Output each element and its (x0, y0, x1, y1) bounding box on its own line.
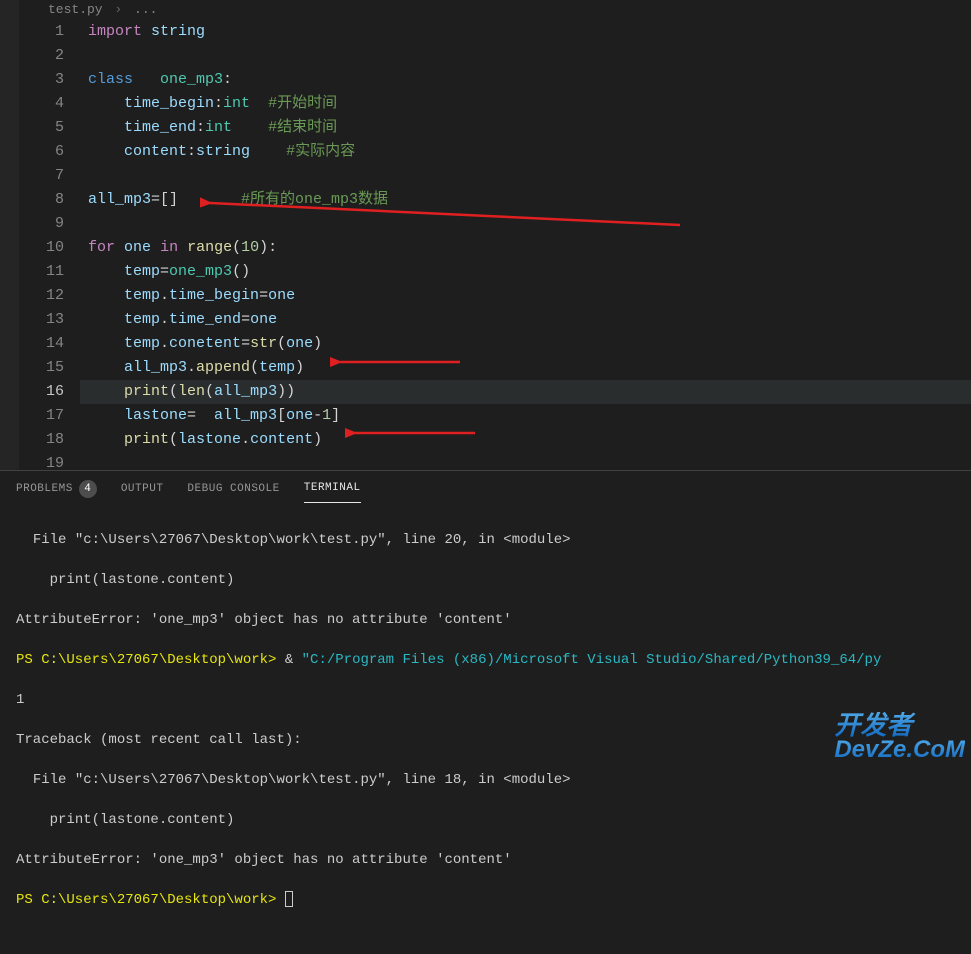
line-number: 5 (20, 116, 64, 140)
code-line[interactable]: all_mp3.append(temp) (80, 356, 971, 380)
breadcrumb-file[interactable]: test.py (48, 2, 103, 17)
line-number: 15 (20, 356, 64, 380)
terminal-line: 1 (16, 690, 955, 710)
code-line[interactable]: temp.conetent=str(one) (80, 332, 971, 356)
terminal-line: Traceback (most recent call last): (16, 730, 955, 750)
line-number: 10 (20, 236, 64, 260)
watermark: 开发者 DevZe.CoM (834, 712, 965, 762)
tab-terminal[interactable]: TERMINAL (304, 474, 361, 503)
code-line[interactable]: temp=one_mp3() (80, 260, 971, 284)
code-line[interactable]: lastone= all_mp3[one-1] (80, 404, 971, 428)
code-line[interactable]: temp.time_begin=one (80, 284, 971, 308)
tab-problems[interactable]: PROBLEMS 4 (16, 472, 97, 506)
line-number: 3 (20, 68, 64, 92)
breadcrumb-symbol[interactable]: ... (134, 2, 157, 17)
line-number: 1 (20, 20, 64, 44)
terminal-line: AttributeError: 'one_mp3' object has no … (16, 610, 955, 630)
terminal-line: File "c:\Users\27067\Desktop\work\test.p… (16, 770, 955, 790)
tab-output[interactable]: OUTPUT (121, 475, 164, 503)
problems-badge: 4 (79, 480, 97, 498)
line-number: 7 (20, 164, 64, 188)
line-number: 17 (20, 404, 64, 428)
code-line[interactable]: for one in range(10): (80, 236, 971, 260)
line-number: 14 (20, 332, 64, 356)
line-number: 8 (20, 188, 64, 212)
line-number: 4 (20, 92, 64, 116)
line-number: 2 (20, 44, 64, 68)
line-number: 12 (20, 284, 64, 308)
activity-bar (0, 0, 20, 470)
line-number: 16 (20, 380, 64, 404)
terminal-line: AttributeError: 'one_mp3' object has no … (16, 850, 955, 870)
code-line[interactable]: time_end:int #结束时间 (80, 116, 971, 140)
terminal-line: PS C:\Users\27067\Desktop\work> & "C:/Pr… (16, 650, 955, 670)
code-line[interactable]: class one_mp3: (80, 68, 971, 92)
terminal-line: File "c:\Users\27067\Desktop\work\test.p… (16, 530, 955, 550)
line-gutter: 1 2 3 4 5 6 7 8 9 10 11 12 13 14 15 16 1… (20, 0, 80, 470)
code-line[interactable]: print(len(all_mp3)) (80, 380, 971, 404)
tab-debug-console[interactable]: DEBUG CONSOLE (187, 475, 279, 503)
panel-tabs: PROBLEMS 4 OUTPUT DEBUG CONSOLE TERMINAL (0, 471, 971, 506)
code-line[interactable]: print(lastone.content) (80, 428, 971, 452)
terminal-cursor (285, 891, 293, 907)
chevron-icon: › (114, 2, 122, 17)
line-number: 18 (20, 428, 64, 452)
code-line[interactable]: time_begin:int #开始时间 (80, 92, 971, 116)
line-number: 13 (20, 308, 64, 332)
code-line[interactable]: content:string #实际内容 (80, 140, 971, 164)
terminal-line: print(lastone.content) (16, 570, 955, 590)
terminal-output[interactable]: File "c:\Users\27067\Desktop\work\test.p… (0, 506, 971, 954)
code-area[interactable]: import string class one_mp3: time_begin:… (80, 0, 971, 470)
bottom-panel: PROBLEMS 4 OUTPUT DEBUG CONSOLE TERMINAL… (0, 470, 971, 770)
line-number: 9 (20, 212, 64, 236)
code-line[interactable]: all_mp3=[] #所有的one_mp3数据 (80, 188, 971, 212)
breadcrumb[interactable]: test.py › ... (40, 0, 165, 19)
code-line[interactable] (80, 44, 971, 68)
line-number: 11 (20, 260, 64, 284)
terminal-line: print(lastone.content) (16, 810, 955, 830)
line-number: 6 (20, 140, 64, 164)
code-line[interactable]: temp.time_end=one (80, 308, 971, 332)
editor-area: 1 2 3 4 5 6 7 8 9 10 11 12 13 14 15 16 1… (0, 0, 971, 470)
code-line[interactable]: import string (80, 20, 971, 44)
terminal-line[interactable]: PS C:\Users\27067\Desktop\work> (16, 890, 955, 910)
code-line[interactable] (80, 164, 971, 188)
code-line[interactable] (80, 212, 971, 236)
